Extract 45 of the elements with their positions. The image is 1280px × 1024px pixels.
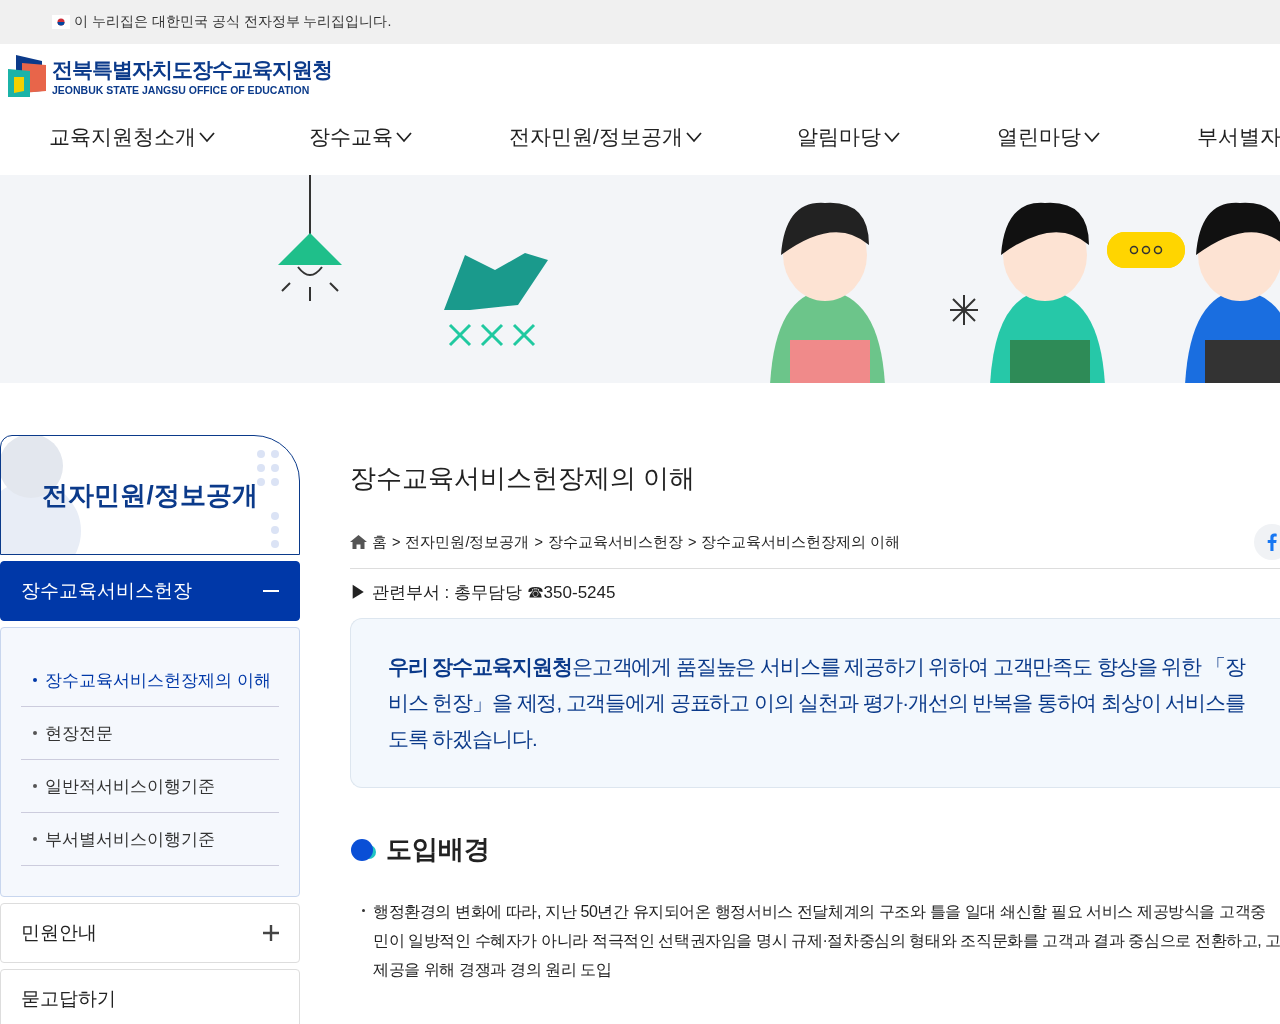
home-icon: [350, 535, 367, 549]
chevron-down-icon: [395, 131, 413, 143]
government-notice: 이 누리집은 대한민국 공식 전자정부 누리집입니다.: [74, 13, 392, 31]
chevron-down-icon: [1083, 131, 1101, 143]
callout-text: 우리 장수교육지원청은고객에게 품질높은 서비스를 제공하기 위하여 고객만족도 향상을 위한 「장: [388, 654, 1247, 680]
nav-item[interactable]: 교육지원청소개: [49, 123, 309, 151]
breadcrumb-link[interactable]: 전자민원/정보공개: [405, 532, 530, 552]
chevron-down-icon: [883, 131, 901, 143]
logo-icon: [8, 55, 46, 97]
facebook-share-button[interactable]: [1254, 524, 1280, 560]
nav-item[interactable]: 전자민원/정보공개: [509, 123, 797, 151]
breadcrumb-link[interactable]: 홈: [372, 532, 387, 552]
bullet-dots-icon: [350, 837, 378, 862]
breadcrumb-separator: >: [534, 534, 543, 550]
sidebar-menu-button[interactable]: 장수교육서비스헌장: [0, 561, 300, 621]
nav-item[interactable]: 알림마당: [797, 123, 997, 151]
speech-bubble-icon: [1107, 232, 1185, 268]
related-department: ▶ 관련부서 : 총무담당 ☎350-5245: [350, 582, 617, 604]
breadcrumb-separator: >: [687, 534, 697, 550]
sidebar-menu-button[interactable]: 민원안내: [0, 903, 300, 963]
section-heading: 도입배경: [386, 833, 490, 866]
nav-item[interactable]: 열린마당: [997, 123, 1197, 151]
flag-icon: [52, 15, 70, 29]
plus-icon: [263, 925, 279, 941]
submenu-item[interactable]: 장수교육서비스헌장제의 이해: [21, 654, 279, 707]
bullet-text: 행정환경의 변화에 따라, 지난 50년간 유지되어온 행정서비스 전달체계의 구조와 틀을 일대 쇄신할 필요 서비스 제공방식을 고객중 민이 일방적인 수혜자가 아니라 적극적인 선택권자임을 명시 규제·절차중심의 형태와 조직문화를 고객과 결과 중심으로 전환하고, 고 제공을 위해 경쟁과 경의 원리 도입: [373, 902, 1280, 980]
logo-title: 전북특별자치도장수교육지원청: [52, 57, 332, 83]
page-title: 장수교육서비스헌장제의 이해: [350, 462, 697, 495]
nav-item[interactable]: 부서별자: [1197, 123, 1280, 151]
sidebar-title: 전자민원/정보공개: [42, 478, 258, 512]
breadcrumb-separator: >: [392, 534, 401, 550]
facebook-icon: [1267, 533, 1277, 551]
breadcrumb-link[interactable]: 장수교육서비스헌장: [547, 532, 683, 552]
callout-text: 비스 헌장」을 제정, 고객들에게 공표하고 이의 실천과 평가·개선의 반복을 통하여 최상이 서비스를: [388, 690, 1246, 716]
minus-icon: [263, 590, 279, 592]
submenu-item[interactable]: 현장전문: [21, 707, 279, 760]
callout-text: 도록 하겠습니다.: [388, 726, 538, 752]
breadcrumb-link[interactable]: 장수교육서비스헌장제의 이해: [701, 532, 901, 552]
chevron-down-icon: [198, 131, 216, 143]
submenu-item[interactable]: 일반적서비스이행기준: [21, 760, 279, 813]
logo-subtitle: JEONBUK STATE JANGSU OFFICE OF EDUCATION: [52, 84, 311, 96]
sidebar-menu-button[interactable]: 묻고답하기: [0, 969, 300, 1024]
nav-item[interactable]: 장수교육: [309, 123, 509, 151]
chevron-down-icon: [684, 131, 703, 143]
submenu-item[interactable]: 부서별서비스이행기준: [21, 813, 279, 866]
